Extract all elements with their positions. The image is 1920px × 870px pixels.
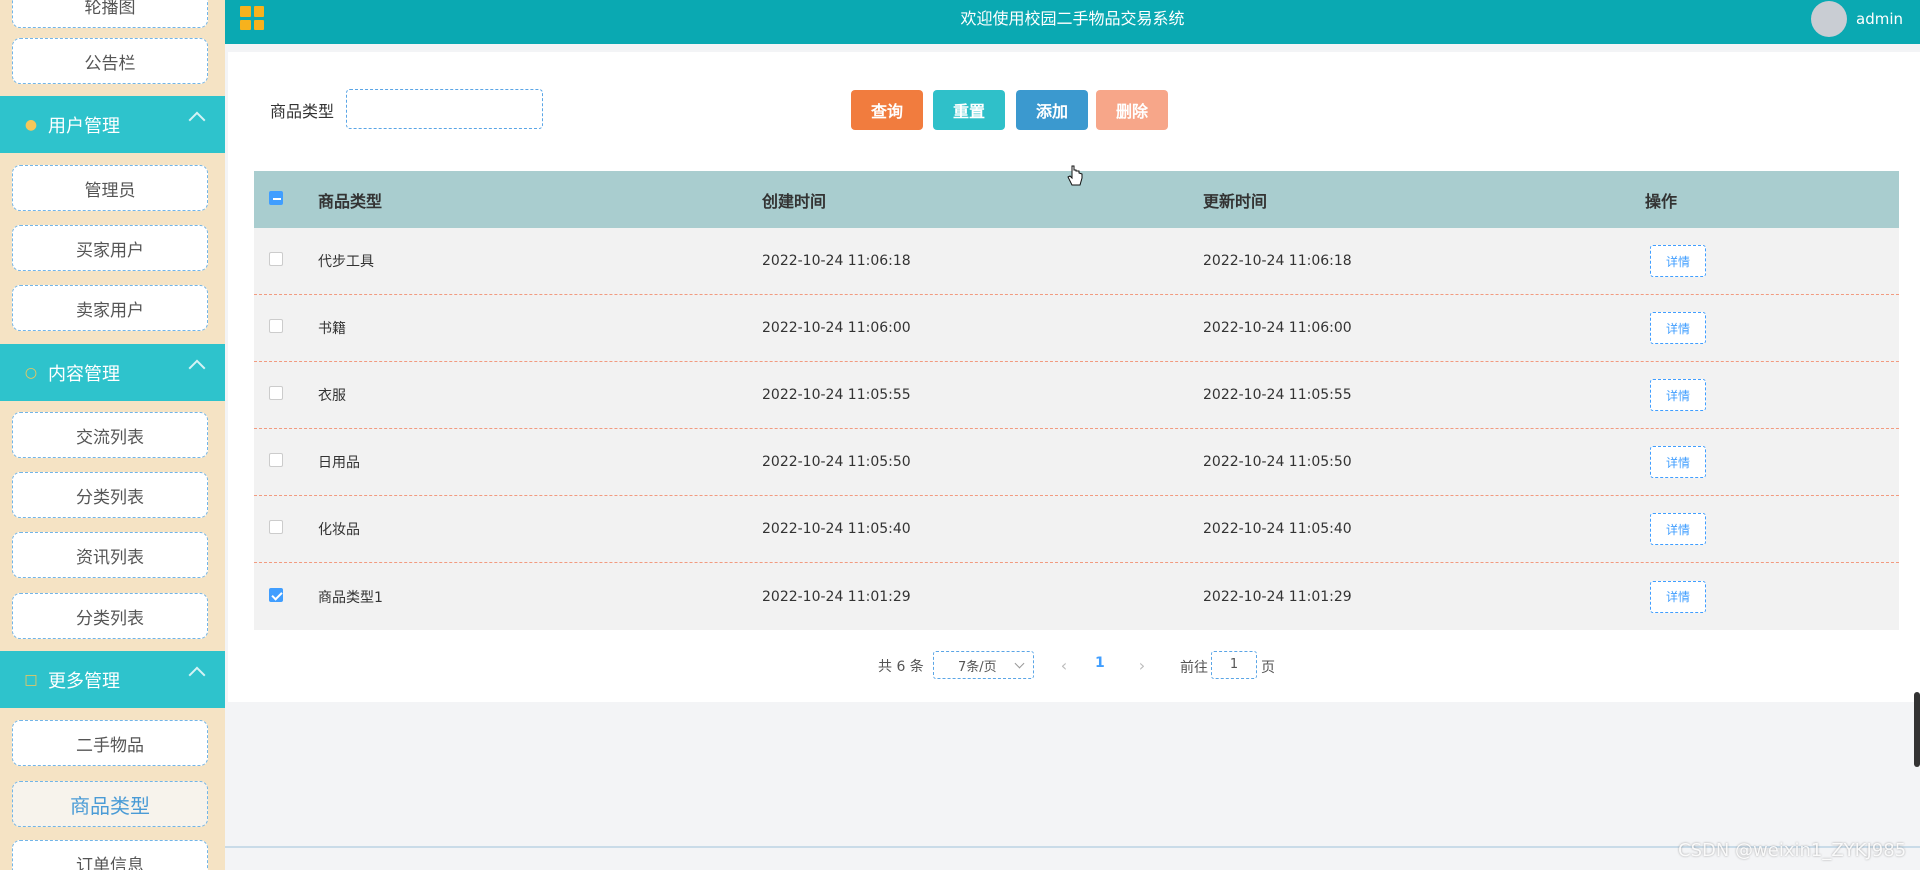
username[interactable]: admin xyxy=(1856,10,1903,28)
header-created[interactable]: 创建时间 xyxy=(762,188,1203,212)
sidebar-item-buyer[interactable]: 买家用户 xyxy=(12,225,208,271)
next-page-icon[interactable]: › xyxy=(1132,656,1152,676)
sidebar-item-news[interactable]: 资讯列表 xyxy=(12,532,208,578)
goto-label: 前往 xyxy=(1180,660,1208,676)
search-button[interactable]: 查询 xyxy=(851,90,923,130)
page-unit-label: 页 xyxy=(1261,660,1275,676)
sidebar-item-category[interactable]: 分类列表 xyxy=(12,472,208,518)
sidebar-item-forum[interactable]: 交流列表 xyxy=(12,412,208,458)
cell-goods-type: 商品类型1 xyxy=(318,589,383,606)
detail-button[interactable]: 详情 xyxy=(1650,245,1706,277)
page-size-value: 7条/页 xyxy=(958,659,997,675)
select-all-checkbox[interactable] xyxy=(269,191,283,205)
sidebar-item-goods-type[interactable]: 商品类型 xyxy=(12,781,208,827)
cell-goods-type: 代步工具 xyxy=(318,254,374,270)
prev-page-icon[interactable]: ‹ xyxy=(1054,656,1074,676)
sidebar-item-orders[interactable]: 订单信息 xyxy=(12,840,208,870)
sidebar-group-label: 用户管理 xyxy=(48,115,120,137)
watermark: CSDN @weixin1_ZYKJ985 xyxy=(1678,840,1907,861)
detail-button[interactable]: 详情 xyxy=(1650,446,1706,478)
sidebar-item-notice[interactable]: 公告栏 xyxy=(12,38,208,84)
cell-goods-type: 化妆品 xyxy=(318,522,360,538)
cell-created: 2022-10-24 11:01:29 xyxy=(762,588,911,605)
sidebar-item-seller[interactable]: 卖家用户 xyxy=(12,285,208,331)
user-icon: ● xyxy=(24,116,38,133)
chevron-up-icon xyxy=(188,359,206,377)
sidebar-group-more[interactable]: □ 更多管理 xyxy=(0,651,225,708)
table-row: 衣服 2022-10-24 11:05:55 2022-10-24 11:05:… xyxy=(254,362,1899,429)
chevron-up-icon xyxy=(188,666,206,684)
row-checkbox[interactable] xyxy=(269,319,283,333)
copy-icon: □ xyxy=(24,671,38,688)
row-checkbox[interactable] xyxy=(269,252,283,266)
sidebar: 轮播图 公告栏 ● 用户管理 管理员 买家用户 卖家用户 ○ 内容管理 交流列表… xyxy=(0,0,225,870)
current-page[interactable]: 1 xyxy=(1095,655,1105,671)
add-button[interactable]: 添加 xyxy=(1016,90,1088,130)
cell-goods-type: 书籍 xyxy=(318,321,346,337)
cell-created: 2022-10-24 11:05:40 xyxy=(762,521,911,537)
sidebar-group-content[interactable]: ○ 内容管理 xyxy=(0,344,225,401)
goto-page-input[interactable]: 1 xyxy=(1211,651,1257,679)
cell-created: 2022-10-24 11:06:18 xyxy=(762,253,911,269)
row-checkbox[interactable] xyxy=(269,587,283,602)
cell-updated: 2022-10-24 11:06:00 xyxy=(1203,320,1352,336)
chevron-down-icon xyxy=(1014,658,1025,669)
header-updated[interactable]: 更新时间 xyxy=(1203,188,1645,212)
detail-button[interactable]: 详情 xyxy=(1650,513,1706,545)
table-row: 日用品 2022-10-24 11:05:50 2022-10-24 11:05… xyxy=(254,429,1899,496)
cell-updated: 2022-10-24 11:06:18 xyxy=(1203,253,1352,269)
detail-button[interactable]: 详情 xyxy=(1650,580,1706,613)
goods-type-table: 商品类型 创建时间 更新时间 操作 代步工具 2022-10-24 11:06:… xyxy=(254,171,1899,630)
bottom-divider xyxy=(225,846,1920,848)
detail-button[interactable]: 详情 xyxy=(1650,379,1706,411)
detail-button[interactable]: 详情 xyxy=(1650,312,1706,344)
reset-button[interactable]: 重置 xyxy=(933,90,1005,130)
menu-grid-icon[interactable] xyxy=(240,6,264,30)
cell-updated: 2022-10-24 11:05:40 xyxy=(1203,521,1352,537)
pagination-total: 共 6 条 xyxy=(878,659,924,675)
table-row: 书籍 2022-10-24 11:06:00 2022-10-24 11:06:… xyxy=(254,295,1899,362)
cell-created: 2022-10-24 11:06:00 xyxy=(762,320,911,336)
row-checkbox[interactable] xyxy=(269,386,283,400)
cell-updated: 2022-10-24 11:01:29 xyxy=(1203,588,1352,605)
cell-created: 2022-10-24 11:05:50 xyxy=(762,454,911,470)
table-row: 代步工具 2022-10-24 11:06:18 2022-10-24 11:0… xyxy=(254,228,1899,295)
sidebar-group-label: 内容管理 xyxy=(48,363,120,385)
table-row: 商品类型1 2022-10-24 11:01:29 2022-10-24 11:… xyxy=(254,563,1899,630)
avatar[interactable] xyxy=(1811,1,1847,37)
cell-goods-type: 日用品 xyxy=(318,455,360,471)
sidebar-group-user[interactable]: ● 用户管理 xyxy=(0,96,225,153)
sidebar-item-admin[interactable]: 管理员 xyxy=(12,165,208,211)
header-title: 欢迎使用校园二手物品交易系统 xyxy=(960,9,1185,28)
sidebar-item-news-category[interactable]: 分类列表 xyxy=(12,593,208,639)
chevron-up-icon xyxy=(188,111,206,129)
header-actions: 操作 xyxy=(1645,191,1678,211)
row-checkbox[interactable] xyxy=(269,453,283,467)
sidebar-item-goods[interactable]: 二手物品 xyxy=(12,720,208,766)
cell-updated: 2022-10-24 11:05:50 xyxy=(1203,454,1352,470)
cell-created: 2022-10-24 11:05:55 xyxy=(762,387,911,403)
sidebar-item-carousel[interactable]: 轮播图 xyxy=(12,0,208,28)
goods-type-input[interactable] xyxy=(346,89,543,129)
top-header: 欢迎使用校园二手物品交易系统 xyxy=(225,0,1920,44)
page-size-select[interactable]: 7条/页 xyxy=(933,651,1034,679)
chat-icon: ○ xyxy=(24,364,38,381)
row-checkbox[interactable] xyxy=(269,520,283,534)
table-row: 化妆品 2022-10-24 11:05:40 2022-10-24 11:05… xyxy=(254,496,1899,563)
cell-goods-type: 衣服 xyxy=(318,388,346,404)
cell-updated: 2022-10-24 11:05:55 xyxy=(1203,387,1352,403)
filter-label: 商品类型 xyxy=(270,102,335,121)
pointer-cursor-icon xyxy=(1067,165,1083,186)
delete-button[interactable]: 删除 xyxy=(1096,90,1168,130)
header-goods-type[interactable]: 商品类型 xyxy=(318,188,762,212)
scrollbar-thumb[interactable] xyxy=(1914,692,1920,767)
sidebar-group-label: 更多管理 xyxy=(48,670,120,692)
